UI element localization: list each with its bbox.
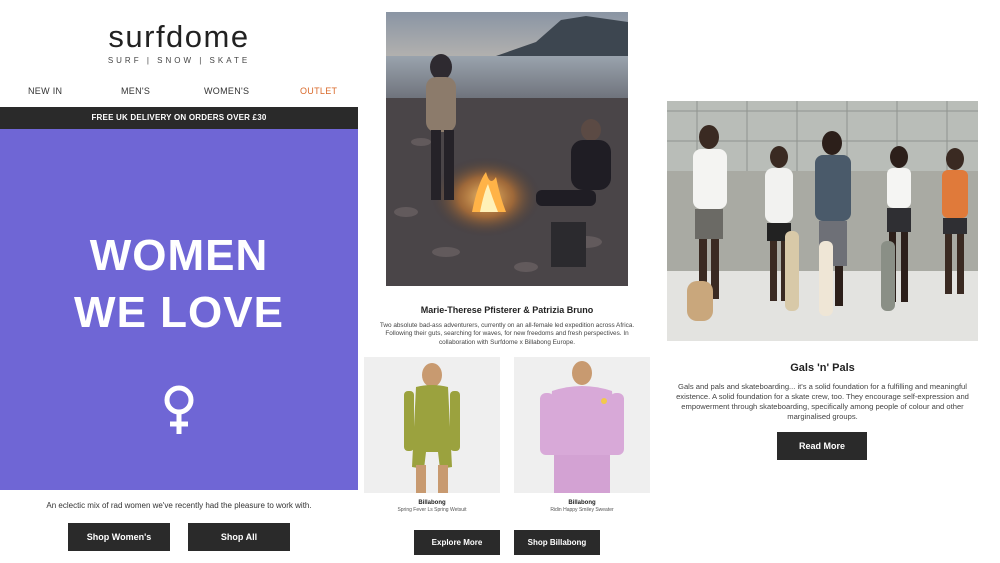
hero-banner[interactable]: WOMEN WE LOVE [0,129,358,490]
nav-item-womens[interactable]: WOMEN'S [204,86,249,96]
hero-title: WOMEN WE LOVE [0,227,358,341]
nav-item-outlet[interactable]: OUTLET [300,86,337,96]
brand-tagline: SURF | SNOW | SKATE [107,56,251,65]
delivery-banner[interactable]: FREE UK DELIVERY ON ORDERS OVER £30 [0,107,358,129]
campfire-beach-photo[interactable] [386,12,628,286]
skate-crew-photo[interactable] [667,101,978,341]
shop-all-button[interactable]: Shop All [188,523,290,551]
explore-more-button[interactable]: Explore More [414,530,500,555]
read-more-button[interactable]: Read More [777,432,867,460]
hero-title-line2: WE LOVE [74,288,284,337]
product-name[interactable]: Spring Fever Ls Spring Wetsuit [364,507,500,513]
product-brand: Billabong [418,500,446,506]
brand-wordmark: surfdome [108,19,250,54]
hero-caption: An eclectic mix of rad women we've recen… [46,501,312,510]
hero-title-line1: WOMEN [89,231,269,280]
female-symbol-icon [164,385,194,434]
product-card-sweater[interactable] [514,357,650,493]
nav-item-mens[interactable]: MEN'S [121,86,150,96]
main-nav: NEW IN MEN'S WOMEN'S OUTLET [0,86,358,100]
shop-womens-button[interactable]: Shop Women's [68,523,170,551]
product-name[interactable]: Ridin Happy Smiley Sweater [514,507,650,513]
nav-item-new-in[interactable]: NEW IN [28,86,62,96]
feature1-title: Marie-Therese Pfisterer & Patrizia Bruno [420,305,594,315]
feature2-title: Gals 'n' Pals [790,362,855,374]
brand-logo[interactable]: surfdome SURF | SNOW | SKATE [0,19,358,66]
feature1-description: Two absolute bad-ass adventurers, curren… [379,322,635,346]
product-brand: Billabong [568,500,596,506]
product-card-wetsuit[interactable] [364,357,500,493]
left-column: surfdome SURF | SNOW | SKATE NEW IN MEN'… [0,0,358,563]
shop-billabong-button[interactable]: Shop Billabong [514,530,600,555]
feature2-description: Gals and pals and skateboarding... it's … [676,382,969,421]
